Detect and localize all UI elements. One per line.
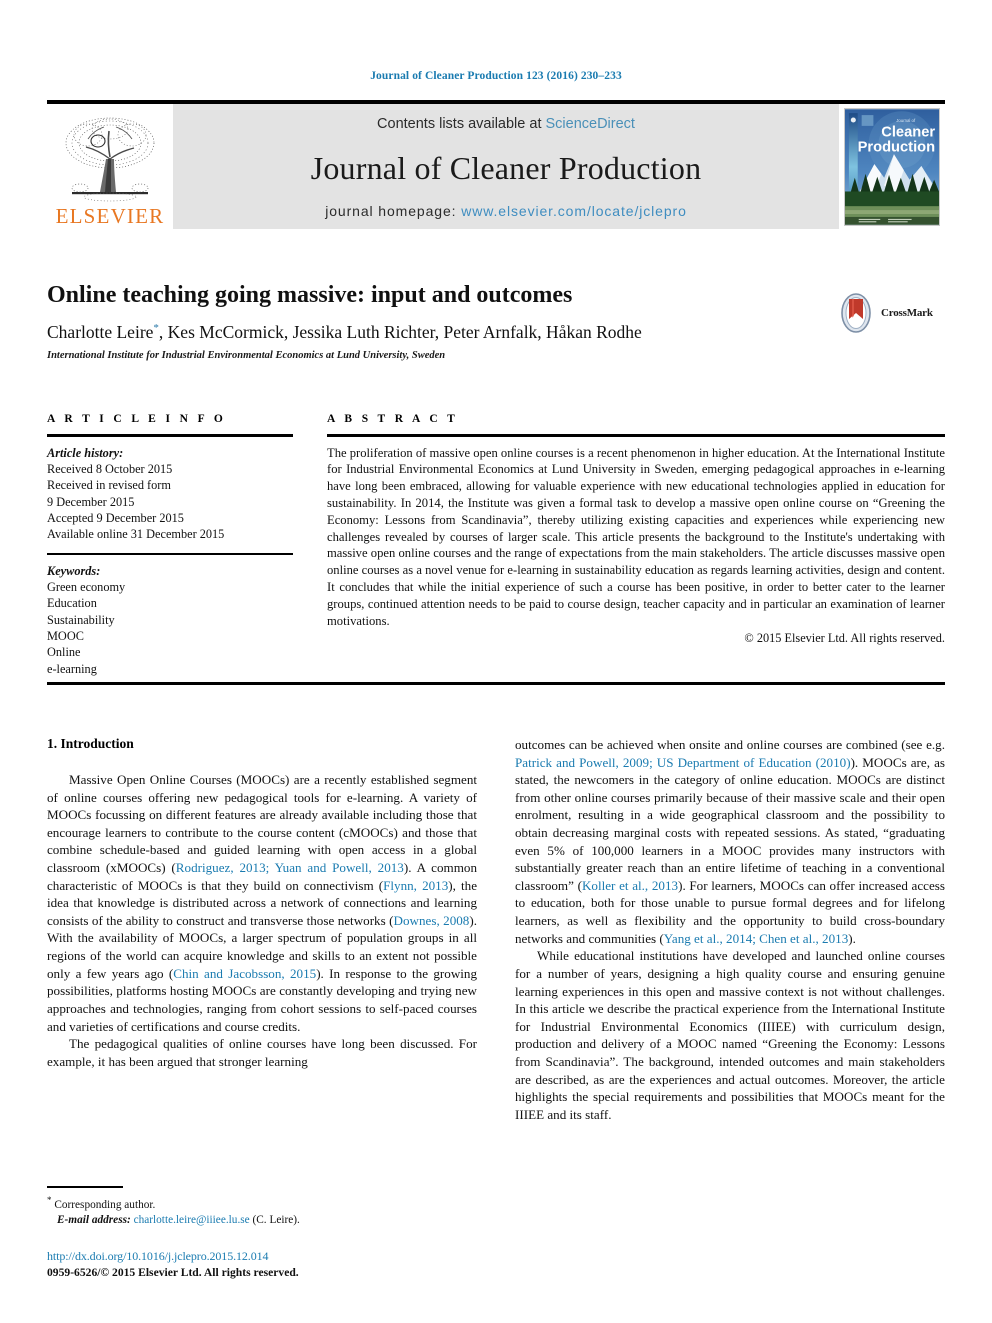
citation-link[interactable]: Koller et al., 2013: [582, 878, 678, 893]
footnote-corresponding-text: Corresponding author.: [51, 1198, 156, 1211]
article-history-label: Article history:: [47, 445, 124, 460]
paragraph-text: ).: [848, 930, 856, 946]
column-gap: [293, 413, 327, 677]
paragraph: Massive Open Online Courses (MOOCs) are …: [47, 771, 477, 1035]
crossmark-label: CrossMark: [881, 307, 933, 319]
journal-title: Journal of Cleaner Production: [310, 149, 702, 186]
abstract-copyright: © 2015 Elsevier Ltd. All rights reserved…: [744, 631, 945, 646]
history-item: Accepted 9 December 2015: [47, 510, 184, 525]
history-item: Received in revised form: [47, 478, 171, 493]
journal-cover-image: Journal of Cleaner Production: [844, 107, 940, 226]
affiliation: International Institute for Industrial E…: [47, 350, 446, 361]
elsevier-tree-icon: [65, 117, 155, 202]
running-head: Journal of Cleaner Production 123 (2016)…: [370, 70, 622, 82]
paragraph: outcomes can be achieved when onsite and…: [515, 736, 945, 947]
author-corresponding: Charlotte Leire: [47, 321, 154, 342]
keywords-rule: [47, 552, 293, 555]
footer-doi-block: http://dx.doi.org/10.1016/j.jclepro.2015…: [47, 1248, 477, 1282]
keyword-item: Green economy: [47, 580, 126, 595]
author-list-rest: , Kes McCormick, Jessika Luth Richter, P…: [158, 321, 642, 342]
keywords-list: Keywords: Green economy Education Sustai…: [47, 563, 293, 677]
article-history: Article history: Received 8 October 2015…: [47, 445, 293, 543]
body-separator-rule: [47, 682, 945, 685]
keyword-item: Education: [47, 596, 97, 611]
citation-link[interactable]: Patrick and Powell, 2009; US Department …: [515, 755, 851, 770]
homepage-prefix: journal homepage:: [325, 203, 462, 219]
article-page: Journal of Cleaner Production 123 (2016)…: [0, 0, 992, 1323]
journal-masthead: ELSEVIER Contents lists available at Sci…: [47, 100, 945, 229]
email-link[interactable]: charlotte.leire@iiiee.lu.se: [134, 1214, 250, 1226]
paragraph: The pedagogical qualities of online cour…: [47, 1036, 477, 1069]
section-heading-introduction: 1. Introduction: [47, 736, 134, 751]
paragraph-text: ). MOOCs are, as stated, the newcomers i…: [515, 754, 945, 893]
history-item: Received 8 October 2015: [47, 461, 173, 476]
masthead-center-band: Contents lists available at ScienceDirec…: [173, 104, 839, 229]
contents-prefix: Contents lists available at: [377, 116, 546, 132]
history-item: 9 December 2015: [47, 494, 135, 509]
page-title: Online teaching going massive: input and…: [47, 282, 573, 308]
citation-link[interactable]: Chin and Jacobsson, 2015: [173, 966, 316, 981]
abstract-heading: A B S T R A C T: [327, 413, 459, 425]
footnote-corresponding-line: * Corresponding author.: [47, 1194, 477, 1214]
body-column-right: outcomes can be achieved when onsite and…: [515, 736, 945, 1123]
keyword-item: e-learning: [47, 661, 97, 676]
footnote-rule: [47, 1186, 123, 1188]
article-info-column: A R T I C L E I N F O Article history: R…: [47, 413, 293, 677]
homepage-line: journal homepage: www.elsevier.com/locat…: [325, 203, 687, 219]
journal-homepage-link[interactable]: www.elsevier.com/locate/jclepro: [461, 203, 687, 219]
article-info-heading: A R T I C L E I N F O: [47, 413, 227, 425]
title-block: Online teaching going massive: input and…: [47, 282, 945, 361]
svg-text:Journal of: Journal of: [896, 117, 916, 122]
citation-link[interactable]: Rodriguez, 2013; Yuan and Powell, 2013: [176, 860, 404, 875]
journal-cover-thumbnail: Journal of Cleaner Production: [839, 104, 945, 229]
doi-link[interactable]: http://dx.doi.org/10.1016/j.jclepro.2015…: [47, 1248, 477, 1265]
issn-copyright-line: 0959-6526/© 2015 Elsevier Ltd. All right…: [47, 1265, 299, 1279]
article-info-rule: [47, 434, 293, 437]
svg-text:Cleaner: Cleaner: [881, 124, 935, 140]
keyword-item: Sustainability: [47, 612, 115, 627]
info-abstract-block: A R T I C L E I N F O Article history: R…: [47, 413, 945, 677]
email-label: E-mail address:: [57, 1214, 131, 1227]
footnote-body: * Corresponding author. E-mail address: …: [47, 1194, 477, 1229]
crossmark-icon: [841, 293, 871, 333]
paragraph: While educational institutions have deve…: [515, 948, 945, 1122]
citation-link[interactable]: Yang et al., 2014; Chen et al., 2013: [664, 931, 849, 946]
footnote-email-line: E-mail address: charlotte.leire@iiiee.lu…: [47, 1213, 477, 1229]
contents-line: Contents lists available at ScienceDirec…: [377, 116, 635, 132]
elsevier-logo: ELSEVIER: [47, 104, 173, 229]
sciencedirect-link[interactable]: ScienceDirect: [546, 116, 635, 132]
keyword-item: MOOC: [47, 629, 84, 644]
abstract-rule: [327, 434, 945, 437]
keywords-label: Keywords:: [47, 563, 101, 578]
svg-text:Production: Production: [858, 139, 935, 155]
citation-link[interactable]: Downes, 2008: [394, 913, 470, 928]
article-body: 1. Introduction Massive Open Online Cour…: [47, 736, 945, 1123]
corresponding-author-footnote: * Corresponding author. E-mail address: …: [47, 1186, 477, 1229]
keyword-item: Online: [47, 645, 81, 660]
email-suffix: (C. Leire).: [249, 1214, 300, 1227]
elsevier-wordmark: ELSEVIER: [55, 204, 165, 228]
history-item: Available online 31 December 2015: [47, 527, 225, 542]
citation-link[interactable]: Flynn, 2013: [383, 878, 448, 893]
crossmark-badge[interactable]: CrossMark: [835, 290, 945, 336]
abstract-column: A B S T R A C T The proliferation of mas…: [327, 413, 945, 677]
body-column-gap: [477, 736, 515, 1123]
abstract-body: The proliferation of massive open online…: [327, 445, 945, 628]
paragraph-text: outcomes can be achieved when onsite and…: [515, 737, 945, 752]
body-column-left: 1. Introduction Massive Open Online Cour…: [47, 736, 477, 1123]
author-list: Charlotte Leire*, Kes McCormick, Jessika…: [47, 322, 945, 342]
